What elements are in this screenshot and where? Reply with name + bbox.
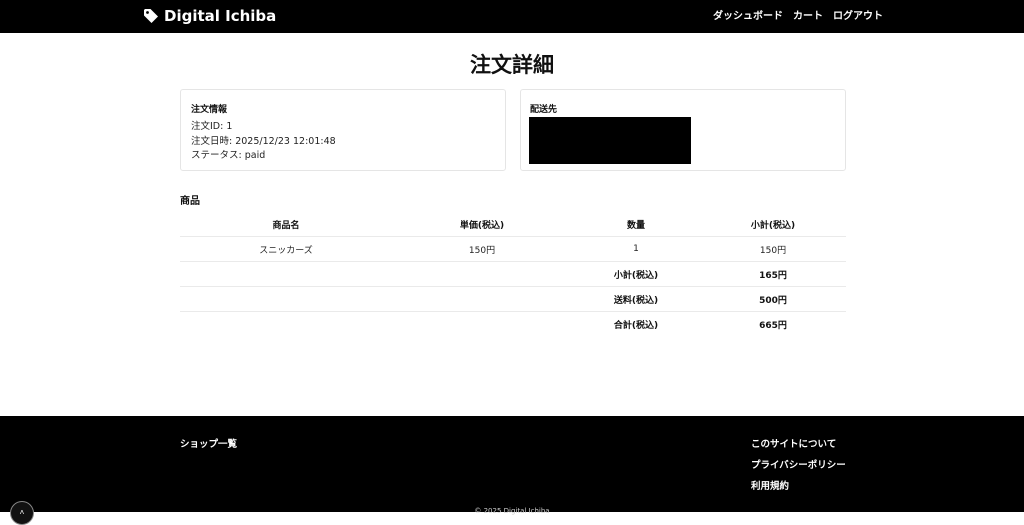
summary-label: 合計(税込) (613, 320, 659, 331)
items-table: 商品名 単価(税込) 数量 小計(税込) スニッカーズ 150円 1 150円 … (180, 212, 846, 336)
summary-row-total: 合計(税込) 665円 (180, 312, 846, 337)
column-header-price: 単価(税込) (392, 212, 572, 237)
chevron-up-icon: ˄ (19, 508, 25, 517)
copyright-text: © 2025 Digital Ichiba (474, 507, 550, 515)
summary-row-shipping: 送料(税込) 500円 (180, 286, 846, 312)
item-price: 150円 (392, 236, 572, 262)
item-subtotal: 150円 (700, 236, 846, 262)
tag-icon (143, 8, 159, 24)
column-header-name: 商品名 (180, 212, 392, 237)
footer-terms-link[interactable]: 利用規約 (751, 478, 846, 492)
page-title: 注文詳細 (470, 53, 554, 77)
brand-name: Digital Ichiba (164, 7, 277, 25)
site-footer: ショップ一覧 このサイトについて プライバシーポリシー 利用規約 © 2025 … (0, 416, 1024, 515)
summary-value: 165円 (700, 261, 846, 287)
summary-value: 665円 (759, 320, 787, 331)
item-name: スニッカーズ (180, 236, 392, 262)
order-info-title: 注文情報 (191, 105, 228, 115)
footer-about-link[interactable]: このサイトについて (751, 436, 846, 450)
footer-links: このサイトについて プライバシーポリシー 利用規約 (751, 436, 846, 492)
order-status: ステータス: paid (191, 150, 266, 161)
footer-shop-list-link[interactable]: ショップ一覧 (180, 436, 237, 450)
summary-value: 500円 (700, 286, 846, 312)
order-date: 注文日時: 2025/12/23 12:01:48 (191, 135, 336, 147)
floating-action-button[interactable]: ˄ (10, 501, 34, 525)
summary-label: 小計(税込) (572, 261, 700, 287)
summary-label: 送料(税込) (572, 286, 700, 312)
footer-privacy-link[interactable]: プライバシーポリシー (751, 457, 846, 471)
items-section-title: 商品 (180, 196, 200, 207)
nav-cart-link[interactable]: カート (793, 7, 823, 22)
nav-dashboard-link[interactable]: ダッシュボード (713, 7, 783, 22)
shipping-title: 配送先 (530, 105, 558, 115)
column-header-subtotal: 小計(税込) (700, 212, 846, 237)
table-header-row: 商品名 単価(税込) 数量 小計(税込) (180, 212, 846, 237)
nav-logout-link[interactable]: ログアウト (833, 7, 883, 22)
brand-link[interactable]: Digital Ichiba (143, 6, 276, 26)
item-qty: 1 (572, 236, 700, 262)
shipping-card: 配送先 (520, 89, 846, 171)
order-info-card: 注文情報 注文ID: 1 注文日時: 2025/12/23 12:01:48 ス… (180, 89, 506, 171)
redacted-address (529, 117, 691, 164)
top-navbar: Digital Ichiba ダッシュボード カート ログアウト (0, 0, 1024, 33)
order-info-lines: 注文ID: 1 注文日時: 2025/12/23 12:01:48 ステータス:… (191, 120, 336, 164)
order-id: 注文ID: 1 (191, 121, 233, 132)
table-row: スニッカーズ 150円 1 150円 (180, 236, 846, 262)
column-header-qty: 数量 (572, 212, 700, 237)
nav-links: ダッシュボード カート ログアウト (713, 7, 883, 22)
summary-row-subtotal: 小計(税込) 165円 (180, 261, 846, 287)
